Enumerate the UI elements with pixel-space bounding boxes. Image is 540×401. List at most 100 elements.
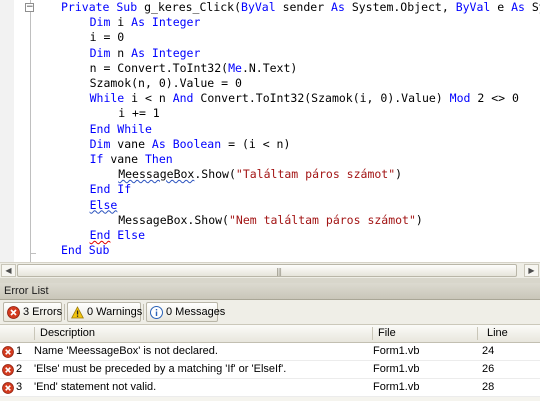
column-header-line[interactable]: Line	[482, 325, 540, 342]
code-token: Mod	[449, 91, 471, 106]
code-line[interactable]: MeessageBox.Show("Találtam páros számot"…	[118, 167, 402, 182]
code-token: End While	[89, 121, 152, 136]
code-token: g_keres_Click(	[144, 0, 242, 14]
column-divider[interactable]	[477, 327, 478, 340]
code-token: sender	[275, 0, 332, 14]
code-line[interactable]: i += 1	[118, 106, 160, 121]
code-line[interactable]: End If	[90, 182, 132, 197]
code-token: As Integer	[131, 15, 201, 30]
column-header-icon[interactable]	[0, 325, 34, 342]
error-table-header: Description File Line	[0, 325, 540, 343]
warning-icon	[71, 306, 84, 319]
code-line[interactable]: n = Convert.ToInt32(Me.N.Text)	[90, 61, 298, 76]
code-token: = (i < n)	[221, 136, 291, 151]
code-token: If	[89, 152, 104, 166]
code-token: End Sub	[61, 243, 110, 258]
editor-margin	[0, 0, 14, 262]
code-token: System.Object,	[344, 0, 456, 14]
warnings-filter-button[interactable]: 0 Warnings	[67, 302, 142, 322]
table-row[interactable]: 2 'Else' must be preceded by a matching …	[0, 361, 540, 379]
row-line: 24	[482, 345, 495, 357]
code-line[interactable]: Dim i As Integer	[90, 15, 201, 30]
outlining-line	[30, 0, 31, 262]
info-icon	[150, 306, 163, 319]
code-line[interactable]: Dim n As Integer	[90, 46, 201, 61]
table-row[interactable]: 3 'End' statement not valid. Form1.vb 28	[0, 379, 540, 397]
row-description: 'End' statement not valid.	[34, 381, 157, 393]
code-token: ByVal	[455, 0, 491, 14]
code-line[interactable]: End Else	[90, 228, 145, 243]
code-token: vane	[110, 136, 152, 151]
error-icon	[2, 382, 14, 394]
row-line: 28	[482, 381, 495, 393]
code-token: n = Convert.ToInt32(	[89, 60, 229, 75]
code-line[interactable]: Dim vane As Boolean = (i < n)	[90, 137, 291, 152]
code-token: ByVal	[241, 0, 276, 14]
code-token: "Találtam páros számot"	[235, 167, 396, 182]
errors-filter-label: 3 Errors	[23, 306, 63, 318]
collapse-icon[interactable]: −	[25, 3, 34, 12]
code-token: Dim	[89, 136, 111, 151]
outlining-end-marker	[30, 253, 36, 254]
code-token: .Show(	[194, 167, 236, 182]
code-editor[interactable]: − Private Sub g_keres_Click(ByVal sender…	[0, 0, 540, 262]
row-file: Form1.vb	[373, 363, 420, 375]
code-line[interactable]: Private Sub g_keres_Click(ByVal sender A…	[61, 0, 540, 15]
code-token: Dim	[89, 15, 111, 30]
row-description: 'Else' must be preceded by a matching 'I…	[34, 363, 287, 375]
row-description: Name 'MeessageBox' is not declared.	[34, 345, 218, 357]
code-token: Then	[145, 152, 173, 166]
error-icon	[2, 346, 14, 358]
error-icon	[2, 364, 14, 376]
scrollbar-thumb[interactable]: |||	[17, 264, 517, 277]
code-token: Private Sub	[61, 0, 145, 14]
code-token: "Nem találtam páros számot"	[228, 212, 416, 227]
grip-icon: |||	[276, 267, 282, 276]
code-token: System.EventArgs) Handles g_keres.Click	[531, 0, 540, 14]
code-token: MeessageBox	[118, 167, 195, 182]
column-header-description[interactable]: Description	[35, 325, 370, 342]
code-line[interactable]: Szamok(n, 0).Value = 0	[90, 76, 242, 91]
table-row[interactable]: 1 Name 'MeessageBox' is not declared. Fo…	[0, 343, 540, 361]
code-token: As	[511, 0, 525, 14]
code-token: Convert.ToInt32(Szamok(i, 0).Value)	[193, 91, 450, 106]
code-line[interactable]: i = 0	[90, 30, 125, 45]
code-token: i < n	[124, 91, 173, 106]
row-number: 3	[16, 381, 23, 393]
code-token: Szamok(n, 0).Value = 0	[89, 76, 242, 90]
scroll-left-icon[interactable]: ◀	[1, 264, 16, 277]
error-list-titlebar: Error List	[0, 283, 540, 300]
row-line: 26	[482, 363, 495, 375]
scroll-right-icon[interactable]: ▶	[524, 264, 539, 277]
code-token: End If	[89, 182, 132, 197]
code-token: Me	[228, 60, 242, 75]
horizontal-scrollbar[interactable]: ◀ ||| ▶	[0, 262, 540, 278]
code-token: As	[331, 0, 345, 14]
code-token: )	[395, 167, 403, 182]
error-icon	[7, 306, 20, 319]
error-list-panel: Error List 3 Errors 0 Warnings 0 Message…	[0, 283, 540, 401]
code-token: MessageBox.Show(	[118, 212, 229, 227]
code-token: .N.Text)	[241, 60, 298, 75]
errors-filter-button[interactable]: 3 Errors	[3, 302, 62, 322]
code-line[interactable]: While i < n And Convert.ToInt32(Szamok(i…	[90, 91, 519, 106]
code-token: n	[110, 45, 132, 60]
code-line[interactable]: MessageBox.Show("Nem találtam páros szám…	[118, 213, 423, 228]
code-token: vane	[103, 152, 145, 166]
code-line[interactable]: End Sub	[61, 243, 109, 258]
code-line[interactable]: End While	[90, 122, 152, 137]
code-line[interactable]: Else	[90, 198, 118, 213]
code-token: e	[490, 0, 512, 14]
code-token: Else	[89, 197, 118, 212]
code-token: i	[110, 15, 132, 30]
toolbar-separator	[143, 304, 144, 320]
code-token: Dim	[89, 45, 111, 60]
row-number: 2	[16, 363, 23, 375]
column-header-file[interactable]: File	[373, 325, 473, 342]
messages-filter-button[interactable]: 0 Messages	[146, 302, 225, 322]
row-file: Form1.vb	[373, 381, 420, 393]
code-token: 2 <> 0	[470, 91, 519, 106]
code-line[interactable]: If vane Then	[90, 152, 173, 167]
error-list-toolbar: 3 Errors 0 Warnings 0 Messages	[0, 300, 540, 325]
code-token: i = 0	[89, 30, 125, 45]
